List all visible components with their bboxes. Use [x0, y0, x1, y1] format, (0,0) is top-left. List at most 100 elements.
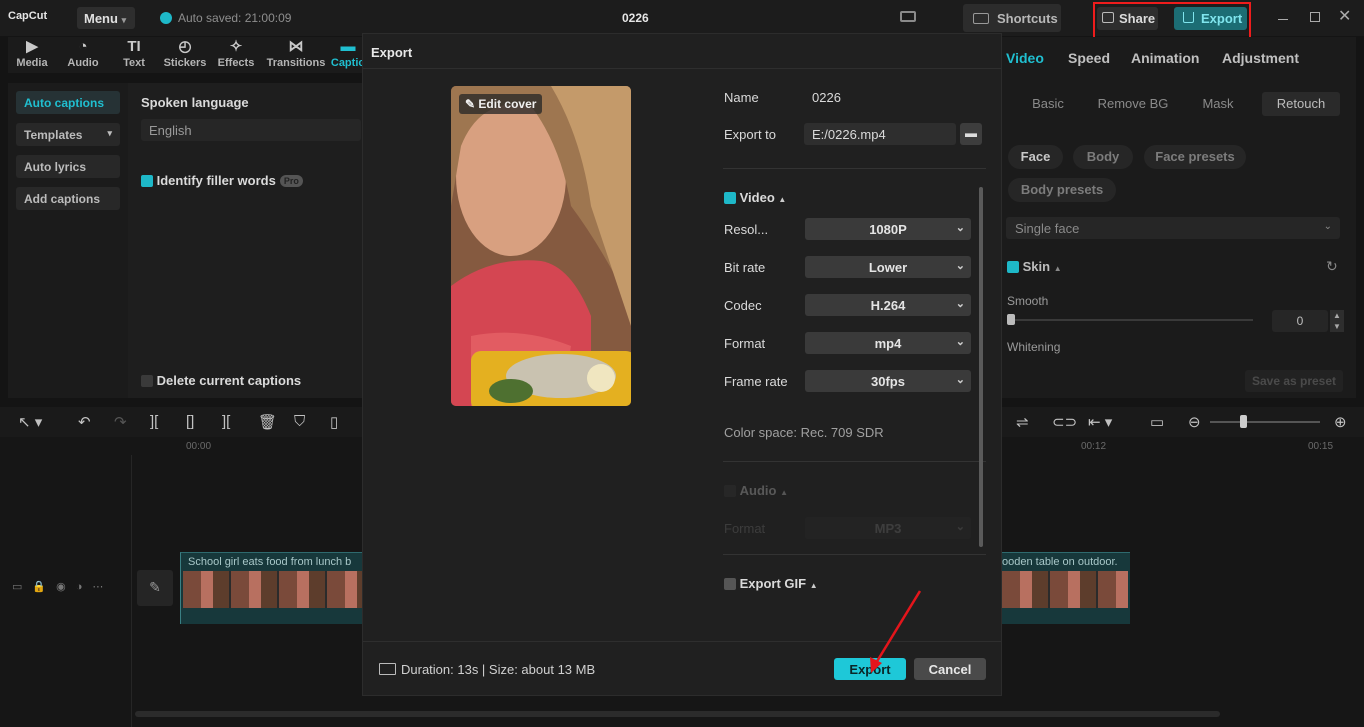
captions-nav: Auto captions Templates▾ Auto lyrics Add…: [8, 83, 128, 398]
checkbox-icon[interactable]: [724, 485, 736, 497]
filler-words-option[interactable]: Identify filler wordsPro: [141, 173, 303, 188]
nav-add-captions[interactable]: Add captions: [16, 187, 120, 210]
pill-face-presets[interactable]: Face presets: [1144, 145, 1246, 169]
transition-icon: ⋈: [266, 37, 326, 57]
split-left-icon[interactable]: []: [186, 413, 194, 430]
zoom-handle[interactable]: [1240, 415, 1247, 428]
tool-text[interactable]: TIText: [110, 37, 158, 69]
subtab-remove-bg[interactable]: Remove BG: [1092, 92, 1174, 116]
framerate-select[interactable]: 30fps⌄: [805, 370, 971, 392]
delete-captions-option[interactable]: Delete current captions: [141, 373, 301, 388]
tool-audio[interactable]: ◔Audio: [59, 37, 107, 69]
subtab-retouch[interactable]: Retouch: [1262, 92, 1340, 116]
filler-label: Identify filler words: [157, 173, 276, 188]
menu-button[interactable]: Menu ▾: [77, 7, 135, 29]
checkbox-icon[interactable]: [724, 192, 736, 204]
close-icon[interactable]: ✕: [1338, 6, 1351, 26]
split-icon[interactable]: ][: [150, 413, 158, 430]
bitrate-select[interactable]: Lower⌄: [805, 256, 971, 278]
keyboard-icon: [973, 13, 989, 24]
tab-speed[interactable]: Speed: [1068, 50, 1110, 66]
edit-cover-button[interactable]: ✎ Edit cover: [459, 94, 542, 114]
folder-icon[interactable]: ▬: [960, 123, 982, 145]
video-clip[interactable]: ooden table on outdoor.: [1002, 552, 1130, 624]
split-right-icon[interactable]: ][: [222, 413, 230, 430]
app-logo: CapCut: [8, 10, 47, 22]
nav-auto-captions[interactable]: Auto captions: [16, 91, 120, 114]
menu-label: Menu: [84, 11, 118, 26]
save-preset-button[interactable]: Save as preset: [1245, 370, 1343, 392]
pill-body-presets[interactable]: Body presets: [1008, 178, 1116, 202]
tab-animation[interactable]: Animation: [1131, 50, 1199, 66]
slider-handle[interactable]: [1007, 314, 1015, 325]
checkbox-icon[interactable]: [141, 175, 153, 187]
video-clip[interactable]: School girl eats food from lunch b: [180, 552, 364, 624]
zoom-in-icon[interactable]: ⊕: [1334, 413, 1347, 431]
freeze-icon[interactable]: ▯: [330, 413, 338, 431]
edit-track-icon[interactable]: ✎: [137, 570, 173, 606]
face-select[interactable]: Single face⌄: [1006, 217, 1340, 239]
preview-icon[interactable]: ▭: [1150, 413, 1164, 431]
track-controls[interactable]: ▭🔒◉◑⋯: [12, 580, 113, 593]
smooth-value[interactable]: 0: [1272, 310, 1328, 332]
framerate-label: Frame rate: [724, 374, 788, 389]
clip-thumbnails: [183, 571, 362, 608]
timeline-scrollbar[interactable]: [135, 711, 1220, 717]
tool-transitions[interactable]: ⋈Transitions: [266, 37, 326, 69]
stepper-icon[interactable]: ▲▼: [1330, 310, 1344, 332]
reset-icon[interactable]: ↻: [1326, 258, 1338, 275]
skin-option[interactable]: Skin ▲: [1007, 259, 1062, 274]
pill-face[interactable]: Face: [1008, 145, 1063, 169]
name-input[interactable]: 0226: [812, 90, 841, 105]
chevron-down-icon: ⌄: [1324, 221, 1332, 232]
link-icon[interactable]: ⊂⊃: [1052, 413, 1077, 431]
shield-icon[interactable]: ⛉: [294, 413, 305, 430]
subtab-mask[interactable]: Mask: [1176, 92, 1260, 116]
resolution-select[interactable]: 1080P⌄: [805, 218, 971, 240]
layout-icon[interactable]: [900, 11, 916, 22]
tool-media[interactable]: ▶Media: [8, 37, 56, 69]
magnet-icon[interactable]: ⇌: [1016, 413, 1029, 431]
minimize-icon[interactable]: [1278, 12, 1288, 20]
media-icon: ▶: [8, 37, 56, 57]
zoom-slider[interactable]: [1210, 421, 1320, 423]
tool-label: Captio: [331, 57, 365, 69]
export-path-input[interactable]: E:/0226.mp4: [804, 123, 956, 145]
spoken-language-label: Spoken language: [141, 95, 249, 110]
media-toolbar: ▶Media ◔Audio TIText ◴Stickers ✧Effects …: [8, 37, 363, 73]
nav-templates[interactable]: Templates▾: [16, 123, 120, 146]
tool-stickers[interactable]: ◴Stickers: [161, 37, 209, 69]
gif-section-toggle[interactable]: Export GIF ▲: [724, 576, 818, 591]
redo-icon[interactable]: ↷: [114, 413, 127, 431]
checkbox-icon[interactable]: [724, 578, 736, 590]
zoom-out-icon[interactable]: ⊖: [1188, 413, 1201, 431]
resolution-value: 1080P: [869, 222, 907, 237]
dialog-scrollbar[interactable]: [979, 187, 983, 547]
checkbox-icon[interactable]: [141, 375, 153, 387]
snap-icon[interactable]: ⇤ ▾: [1088, 413, 1112, 431]
audio-section-toggle[interactable]: Audio ▲: [724, 483, 788, 498]
tool-effects[interactable]: ✧Effects: [212, 37, 260, 69]
tab-video[interactable]: Video: [1006, 50, 1044, 66]
checkbox-icon[interactable]: [1007, 261, 1019, 273]
select-tool-icon[interactable]: ↖ ▾: [18, 413, 42, 431]
chevron-up-icon: ▲: [778, 195, 786, 204]
shortcuts-button[interactable]: Shortcuts: [963, 4, 1061, 32]
video-section-toggle[interactable]: Video ▲: [724, 190, 786, 205]
audio-format-select[interactable]: MP3⌄: [805, 517, 971, 539]
delete-icon[interactable]: 🗑: [258, 413, 277, 431]
tool-label: Audio: [67, 57, 98, 69]
nav-auto-lyrics[interactable]: Auto lyrics: [16, 155, 120, 178]
language-select[interactable]: English: [141, 119, 361, 141]
codec-select[interactable]: H.264⌄: [805, 294, 971, 316]
undo-icon[interactable]: ↶: [78, 413, 91, 431]
cover-preview[interactable]: ✎ Edit cover: [451, 86, 631, 406]
tab-adjustment[interactable]: Adjustment: [1222, 50, 1299, 66]
maximize-icon[interactable]: [1310, 12, 1320, 22]
subtab-basic[interactable]: Basic: [1006, 92, 1090, 116]
smooth-slider[interactable]: [1007, 319, 1253, 321]
format-select[interactable]: mp4⌄: [805, 332, 971, 354]
chevron-down-icon: ⌄: [956, 297, 965, 310]
pill-body[interactable]: Body: [1073, 145, 1133, 169]
delete-label: Delete current captions: [157, 373, 302, 388]
